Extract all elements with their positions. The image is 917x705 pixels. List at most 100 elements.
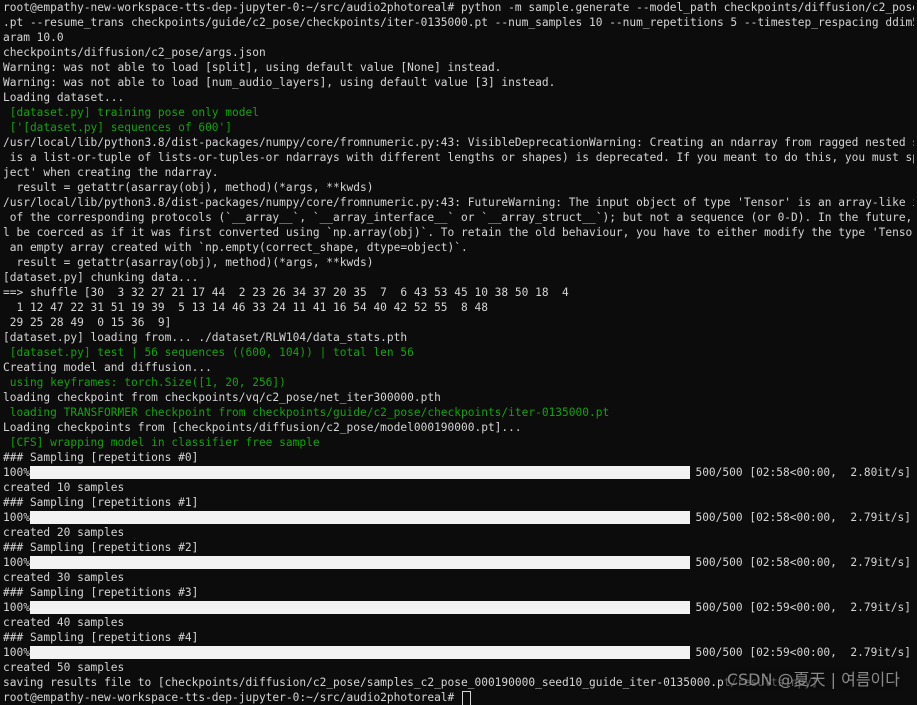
cursor: [462, 691, 471, 705]
progress-stats: 500/500 [02:58<00:00, 2.79it/s]: [695, 510, 914, 525]
output-text: l be coerced as if it was first converte…: [3, 226, 914, 239]
output-text: created 50 samples: [3, 661, 124, 674]
output-text: [CFS] wrapping model in classifier free …: [3, 436, 320, 449]
progress-stats: 500/500 [02:59<00:00, 2.79it/s]: [695, 600, 914, 615]
output-text: created 30 samples: [3, 571, 124, 584]
output-text: ### Sampling [repetitions #0]: [3, 451, 198, 464]
progress-bar: [30, 556, 691, 569]
terminal-line: checkpoints/diffusion/c2_pose/args.json: [3, 45, 914, 60]
terminal-line: is a list-or-tuple of lists-or-tuples-or…: [3, 150, 914, 165]
output-text: Loading dataset...: [3, 91, 124, 104]
output-text: result = getattr(asarray(obj), method)(*…: [3, 181, 373, 194]
terminal-line: [dataset.py] test | 56 sequences ((600, …: [3, 345, 914, 360]
prompt-line: root@empathy-new-workspace-tts-dep-jupyt…: [3, 690, 914, 705]
output-text: .pt --resume_trans checkpoints/guide/c2_…: [3, 16, 914, 29]
terminal-line: created 20 samples: [3, 525, 914, 540]
output-text: is a list-or-tuple of lists-or-tuples-or…: [3, 151, 914, 164]
terminal-line: ### Sampling [repetitions #4]: [3, 630, 914, 645]
output-text: [dataset.py] training pose only model: [3, 106, 259, 119]
terminal-line: ### Sampling [repetitions #1]: [3, 495, 914, 510]
output-text: ### Sampling [repetitions #4]: [3, 631, 198, 644]
output-text: [dataset.py] chunking data...: [3, 271, 198, 284]
progress-bar: [30, 511, 691, 524]
output-text: /usr/local/lib/python3.8/dist-packages/n…: [3, 136, 914, 149]
terminal-line: an empty array created with `np.empty(co…: [3, 240, 914, 255]
terminal-line: Warning: was not able to load [split], u…: [3, 60, 914, 75]
output-text: Creating model and diffusion...: [3, 361, 212, 374]
output-text: [dataset.py] test | 56 sequences ((600, …: [3, 346, 414, 359]
output-text: ['[dataset.py] sequences of 600']: [3, 121, 232, 134]
output-text: Loading checkpoints from [checkpoints/di…: [3, 421, 522, 434]
terminal-line: created 40 samples: [3, 615, 914, 630]
output-text: ==> shuffle [30 3 32 27 21 17 44 2 23 26…: [3, 286, 569, 299]
progress-percent: 100%: [3, 600, 30, 615]
output-text: using keyframes: torch.Size([1, 20, 256]…: [3, 376, 286, 389]
progress-percent: 100%: [3, 510, 30, 525]
terminal-line: [dataset.py] training pose only model: [3, 105, 914, 120]
terminal-line: ### Sampling [repetitions #0]: [3, 450, 914, 465]
terminal-line: 1 12 47 22 31 51 19 39 5 13 14 46 33 24 …: [3, 300, 914, 315]
terminal-line: l be coerced as if it was first converte…: [3, 225, 914, 240]
terminal-line: result = getattr(asarray(obj), method)(*…: [3, 255, 914, 270]
output-text: created 10 samples: [3, 481, 124, 494]
terminal-line: ### Sampling [repetitions #3]: [3, 585, 914, 600]
output-text: Warning: was not able to load [split], u…: [3, 61, 501, 74]
terminal-line: ==> shuffle [30 3 32 27 21 17 44 2 23 26…: [3, 285, 914, 300]
terminal-line: loading TRANSFORMER checkpoint from chec…: [3, 405, 914, 420]
progress-bar: [30, 646, 691, 659]
output-text: 29 25 28 49 0 15 36 9]: [3, 316, 171, 329]
output-text: loading TRANSFORMER checkpoint from chec…: [3, 406, 609, 419]
terminal-line: 29 25 28 49 0 15 36 9]: [3, 315, 914, 330]
terminal-line: [CFS] wrapping model in classifier free …: [3, 435, 914, 450]
terminal-line: Loading dataset...: [3, 90, 914, 105]
terminal-line: .pt --resume_trans checkpoints/guide/c2_…: [3, 15, 914, 30]
progress-line: 100% 500/500 [02:58<00:00, 2.79it/s]: [3, 555, 914, 570]
output-text: of the corresponding protocols (`__array…: [3, 211, 914, 224]
output-text: loading checkpoint from checkpoints/vq/c…: [3, 391, 441, 404]
output-text: /usr/local/lib/python3.8/dist-packages/n…: [3, 196, 914, 209]
terminal-line: Loading checkpoints from [checkpoints/di…: [3, 420, 914, 435]
terminal-line: created 30 samples: [3, 570, 914, 585]
terminal-line: /usr/local/lib/python3.8/dist-packages/n…: [3, 195, 914, 210]
progress-bar: [30, 466, 691, 479]
output-text: ### Sampling [repetitions #1]: [3, 496, 198, 509]
output-text: aram 10.0: [3, 31, 64, 44]
progress-line: 100% 500/500 [02:58<00:00, 2.79it/s]: [3, 510, 914, 525]
terminal-line: ['[dataset.py] sequences of 600']: [3, 120, 914, 135]
progress-line: 100% 500/500 [02:59<00:00, 2.79it/s]: [3, 645, 914, 660]
terminal-line: Warning: was not able to load [num_audio…: [3, 75, 914, 90]
progress-percent: 100%: [3, 465, 30, 480]
progress-stats: 500/500 [02:58<00:00, 2.79it/s]: [695, 555, 914, 570]
terminal-line: [dataset.py] chunking data...: [3, 270, 914, 285]
progress-line: 100% 500/500 [02:58<00:00, 2.80it/s]: [3, 465, 914, 480]
shell-prompt: root@empathy-new-workspace-tts-dep-jupyt…: [3, 691, 461, 704]
output-text: Warning: was not able to load [num_audio…: [3, 76, 555, 89]
output-text: created 20 samples: [3, 526, 124, 539]
output-text: [dataset.py] loading from... ./dataset/R…: [3, 331, 407, 344]
progress-percent: 100%: [3, 555, 30, 570]
output-text: created 40 samples: [3, 616, 124, 629]
progress-line: 100% 500/500 [02:59<00:00, 2.79it/s]: [3, 600, 914, 615]
terminal-line: result = getattr(asarray(obj), method)(*…: [3, 180, 914, 195]
output-text: root@empathy-new-workspace-tts-dep-jupyt…: [3, 1, 914, 14]
progress-bar: [30, 601, 691, 614]
terminal-line: using keyframes: torch.Size([1, 20, 256]…: [3, 375, 914, 390]
progress-stats: 500/500 [02:59<00:00, 2.79it/s]: [695, 645, 914, 660]
terminal-line: ject' when creating the ndarray.: [3, 165, 914, 180]
terminal-line: [dataset.py] loading from... ./dataset/R…: [3, 330, 914, 345]
csdn-watermark: CSDN @夏天 | 여름이다: [724, 666, 903, 690]
output-text: ject' when creating the ndarray.: [3, 166, 219, 179]
output-text: 1 12 47 22 31 51 19 39 5 13 14 46 33 24 …: [3, 301, 488, 314]
progress-percent: 100%: [3, 645, 30, 660]
output-text: checkpoints/diffusion/c2_pose/args.json: [3, 46, 266, 59]
terminal-line: Creating model and diffusion...: [3, 360, 914, 375]
terminal-output[interactable]: root@empathy-new-workspace-tts-dep-jupyt…: [3, 0, 914, 700]
terminal-line: aram 10.0: [3, 30, 914, 45]
terminal-line: ### Sampling [repetitions #2]: [3, 540, 914, 555]
terminal-line: created 10 samples: [3, 480, 914, 495]
output-text: ### Sampling [repetitions #3]: [3, 586, 198, 599]
output-text: an empty array created with `np.empty(co…: [3, 241, 468, 254]
output-text: saving results file to [checkpoints/diff…: [3, 676, 818, 689]
progress-stats: 500/500 [02:58<00:00, 2.80it/s]: [695, 465, 914, 480]
terminal-line: /usr/local/lib/python3.8/dist-packages/n…: [3, 135, 914, 150]
